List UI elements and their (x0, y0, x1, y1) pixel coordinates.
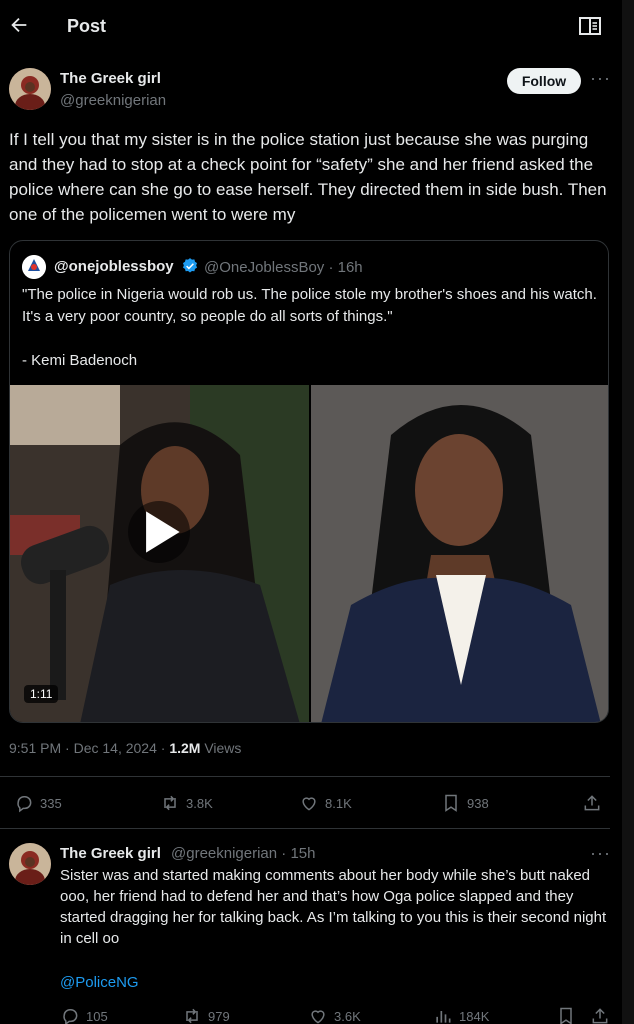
reply-author-avatar[interactable] (9, 843, 51, 885)
author-avatar[interactable] (9, 68, 51, 110)
reply-more-options-icon[interactable]: ··· (590, 843, 611, 864)
reply-count: 335 (40, 795, 62, 811)
heart-icon (311, 1010, 325, 1024)
play-button[interactable] (128, 501, 190, 563)
reader-mode-icon[interactable] (579, 16, 601, 36)
reply-views-count: 184K (459, 1008, 490, 1024)
post-timestamp[interactable]: 9:51 PM · Dec 14, 2024 · (9, 740, 169, 756)
page-title: Post (67, 16, 107, 36)
follow-button[interactable]: Follow (507, 68, 581, 94)
repost-icon (186, 1008, 198, 1024)
top-bar: Post (0, 0, 634, 53)
quote-author-avatar[interactable] (22, 255, 46, 279)
post-meta: 9:51 PM · Dec 14, 2024 · 1.2M Views (9, 740, 241, 756)
bookmark-count: 938 (467, 795, 489, 811)
play-icon (146, 511, 180, 553)
quote-author-handle[interactable]: @OneJoblessBoy · 16h (204, 259, 363, 276)
analytics-icon (436, 1011, 451, 1023)
portrait-image[interactable] (311, 385, 608, 722)
post-text: If I tell you that my sister is in the p… (9, 130, 607, 224)
bookmark-button[interactable]: 938 (441, 793, 489, 813)
reply-button[interactable]: 335 (14, 793, 62, 813)
back-arrow-icon[interactable] (8, 14, 30, 36)
video-thumbnail[interactable]: 1:11 (10, 385, 309, 722)
verified-badge-icon (182, 258, 198, 273)
reply-views-button[interactable]: 184K (433, 1006, 489, 1024)
share-icon (592, 1008, 608, 1024)
reply-repost-count: 979 (208, 1008, 230, 1024)
share-button[interactable] (582, 793, 602, 813)
views-label: Views (204, 740, 242, 756)
bookmark-icon (445, 794, 457, 812)
quote-text: "The police in Nigeria would rob us. The… (22, 286, 597, 369)
like-button[interactable]: 8.1K (299, 793, 352, 813)
reply-icon (17, 796, 32, 813)
reply-icon (63, 1009, 78, 1024)
more-options-icon[interactable]: ··· (590, 68, 611, 89)
reply-share-button[interactable] (590, 1006, 610, 1024)
heart-icon (302, 797, 316, 811)
repost-icon (164, 795, 176, 811)
reply-reply-count: 105 (86, 1008, 108, 1024)
divider (0, 776, 610, 777)
reply-author-name[interactable]: The Greek girl (60, 845, 161, 862)
mention-link[interactable]: @PoliceNG (60, 974, 139, 991)
quote-author-name[interactable]: @onejoblessboy (54, 258, 174, 275)
reply-repost-button[interactable]: 979 (182, 1006, 230, 1024)
views-count: 1.2M (169, 740, 201, 756)
divider (0, 828, 610, 829)
like-count: 8.1K (325, 795, 352, 811)
video-duration: 1:11 (24, 685, 59, 703)
quoted-post[interactable]: @onejoblessboy @OneJoblessBoy · 16h "The… (9, 240, 609, 723)
reply-reply-button[interactable]: 105 (60, 1006, 108, 1024)
share-icon (584, 795, 600, 811)
bookmark-icon (560, 1007, 572, 1024)
author-name[interactable]: The Greek girl (60, 70, 161, 87)
reply-like-count: 3.6K (334, 1008, 361, 1024)
reply-like-button[interactable]: 3.6K (308, 1006, 361, 1024)
reply-bookmark-button[interactable] (556, 1006, 576, 1024)
repost-count: 3.8K (186, 795, 213, 811)
scrollbar[interactable] (622, 0, 634, 1024)
reply-text: Sister was and started making comments a… (60, 867, 607, 947)
repost-button[interactable]: 3.8K (160, 793, 213, 813)
author-handle[interactable]: @greeknigerian (60, 92, 166, 109)
reply-author-handle[interactable]: @greeknigerian · 15h (171, 845, 315, 862)
